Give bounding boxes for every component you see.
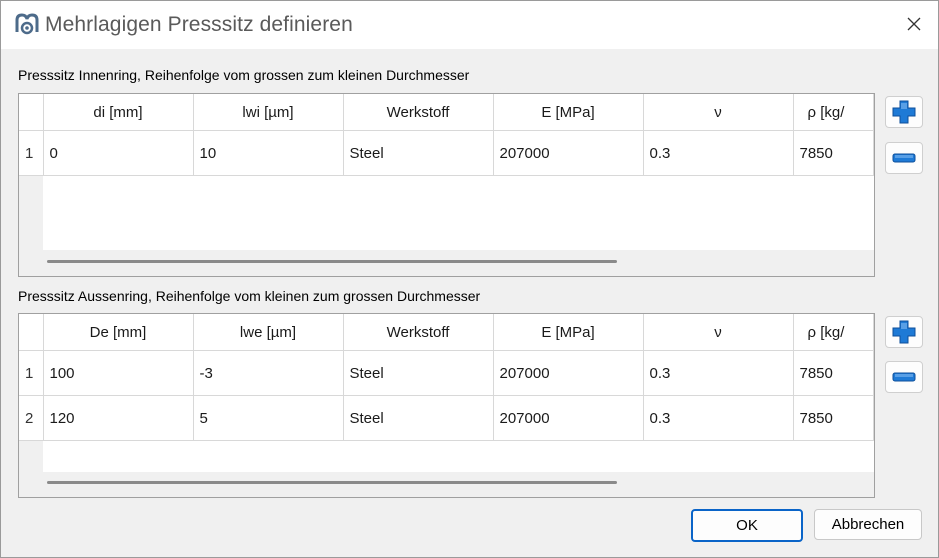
horizontal-scrollbar[interactable] [47, 260, 617, 263]
column-header-lwi[interactable]: lwi [µm] [193, 94, 344, 131]
ok-button[interactable]: OK [691, 509, 803, 542]
cell-de[interactable]: 100 [43, 350, 194, 396]
inner-ring-label: Presssitz Innenring, Reihenfolge vom gro… [18, 67, 470, 83]
cell-nu[interactable]: 0.3 [643, 130, 794, 176]
column-header-rho[interactable]: ρ [kg/ [793, 94, 874, 131]
cell-e[interactable]: 207000 [493, 350, 644, 396]
dialog-window: Mehrlagigen Presssitz definieren Presssi… [0, 0, 939, 558]
outer-ring-grid: De [mm] lwe [µm] Werkstoff E [MPa] ν ρ [… [19, 314, 874, 441]
inner-ring-table[interactable]: di [mm] lwi [µm] Werkstoff E [MPa] ν ρ [… [18, 93, 875, 277]
cancel-button[interactable]: Abbrechen [814, 509, 922, 540]
outer-ring-table[interactable]: De [mm] lwe [µm] Werkstoff E [MPa] ν ρ [… [18, 313, 875, 498]
row-number[interactable]: 1 [19, 130, 44, 176]
column-header-lwe[interactable]: lwe [µm] [193, 314, 344, 351]
cell-werkstoff[interactable]: Steel [343, 350, 494, 396]
window-title: Mehrlagigen Presssitz definieren [45, 13, 353, 36]
close-button[interactable] [900, 10, 928, 38]
horizontal-scrollbar[interactable] [47, 481, 617, 484]
corner-cell [19, 94, 44, 131]
cell-rho[interactable]: 7850 [793, 130, 874, 176]
close-icon [907, 17, 921, 31]
column-header-nu[interactable]: ν [643, 314, 794, 351]
cell-nu[interactable]: 0.3 [643, 350, 794, 396]
plus-icon [892, 100, 916, 124]
cell-rho[interactable]: 7850 [793, 350, 874, 396]
cell-di[interactable]: 0 [43, 130, 194, 176]
column-header-werkstoff[interactable]: Werkstoff [343, 94, 494, 131]
inner-ring-grid: di [mm] lwi [µm] Werkstoff E [MPa] ν ρ [… [19, 94, 874, 176]
add-outer-row-button[interactable] [885, 316, 923, 348]
row-number[interactable]: 1 [19, 350, 44, 396]
minus-icon [892, 372, 916, 382]
column-header-werkstoff[interactable]: Werkstoff [343, 314, 494, 351]
column-header-e[interactable]: E [MPa] [493, 314, 644, 351]
plus-icon [892, 320, 916, 344]
row-number[interactable]: 2 [19, 395, 44, 441]
table-row[interactable]: 1 100 -3 Steel 207000 0.3 7850 [19, 350, 874, 396]
table-row[interactable]: 2 120 5 Steel 207000 0.3 7850 [19, 395, 874, 441]
column-header-nu[interactable]: ν [643, 94, 794, 131]
cell-nu[interactable]: 0.3 [643, 395, 794, 441]
title-bar[interactable]: Mehrlagigen Presssitz definieren [1, 1, 938, 49]
cell-rho[interactable]: 7850 [793, 395, 874, 441]
minus-icon [892, 153, 916, 163]
cell-lwe[interactable]: 5 [193, 395, 344, 441]
column-header-rho[interactable]: ρ [kg/ [793, 314, 874, 351]
cell-werkstoff[interactable]: Steel [343, 395, 494, 441]
cell-e[interactable]: 207000 [493, 395, 644, 441]
cell-werkstoff[interactable]: Steel [343, 130, 494, 176]
column-header-de[interactable]: De [mm] [43, 314, 194, 351]
add-inner-row-button[interactable] [885, 96, 923, 128]
corner-cell [19, 314, 44, 351]
cell-e[interactable]: 207000 [493, 130, 644, 176]
app-logo-icon [15, 13, 39, 35]
cell-de[interactable]: 120 [43, 395, 194, 441]
remove-outer-row-button[interactable] [885, 361, 923, 393]
outer-ring-label: Presssitz Aussenring, Reihenfolge vom kl… [18, 288, 481, 304]
table-row[interactable]: 1 0 10 Steel 207000 0.3 7850 [19, 130, 874, 176]
cell-lwi[interactable]: 10 [193, 130, 344, 176]
cell-lwe[interactable]: -3 [193, 350, 344, 396]
column-header-di[interactable]: di [mm] [43, 94, 194, 131]
remove-inner-row-button[interactable] [885, 142, 923, 174]
column-header-e[interactable]: E [MPa] [493, 94, 644, 131]
